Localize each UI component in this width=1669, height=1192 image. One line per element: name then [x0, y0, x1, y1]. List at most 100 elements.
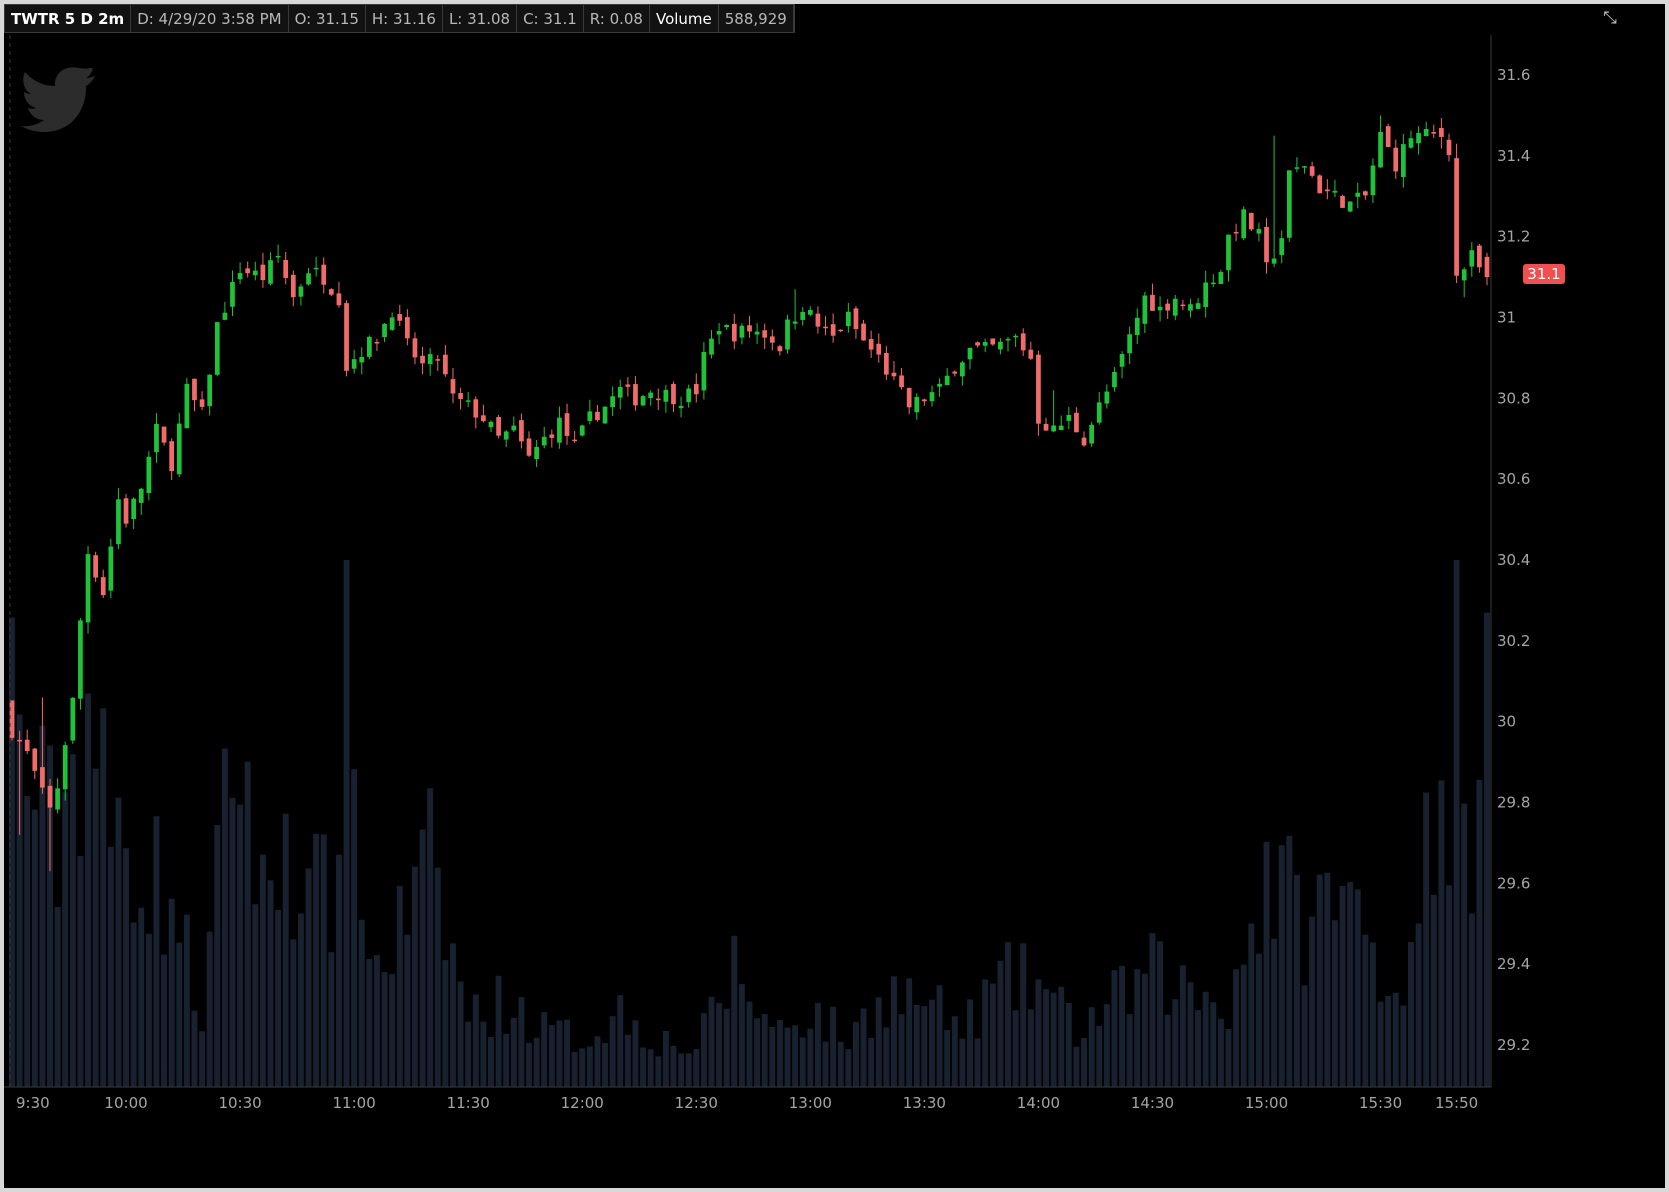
volume-label: Volume — [650, 5, 719, 32]
candle-body — [1408, 138, 1414, 148]
candle-body — [1066, 414, 1072, 421]
volume-bar — [837, 1041, 844, 1087]
volume-bar — [746, 1001, 753, 1087]
price-tick-label: 29.4 — [1497, 955, 1530, 973]
candle-body — [78, 620, 83, 699]
candle-body — [1416, 133, 1421, 144]
candle-body — [807, 309, 813, 315]
low-readout: L: 31.08 — [443, 5, 518, 32]
candle-body — [397, 314, 403, 321]
candle-body — [519, 420, 524, 442]
volume-bar — [229, 797, 236, 1087]
volume-bar — [1468, 913, 1475, 1087]
time-tick-label: 13:00 — [789, 1094, 832, 1112]
candle-body — [1043, 423, 1049, 431]
candle-body — [595, 411, 600, 421]
volume-bar — [54, 907, 61, 1087]
candle-body — [488, 421, 494, 428]
candle-body — [473, 399, 479, 418]
candle-body — [306, 273, 311, 285]
volume-bar — [1088, 1007, 1095, 1087]
candle-body — [511, 425, 517, 431]
volume-bar — [297, 913, 304, 1087]
volume-bar — [1446, 885, 1452, 1087]
volume-bar — [974, 1038, 981, 1087]
symbol-title[interactable]: TWTR 5 D 2m — [5, 5, 132, 32]
volume-bar — [351, 769, 358, 1087]
candle-body — [1096, 402, 1102, 423]
volume-bar — [1369, 942, 1376, 1087]
candle-body — [290, 274, 296, 298]
volume-bar — [700, 1013, 707, 1087]
candle-body — [275, 255, 281, 258]
volume-bar — [1263, 841, 1270, 1087]
time-tick-label: 15:50 — [1435, 1094, 1478, 1112]
volume-bar — [1096, 1025, 1103, 1087]
candle-body — [123, 498, 129, 524]
volume-bar — [199, 1031, 206, 1087]
candle-body — [245, 268, 251, 274]
candle-body — [70, 697, 76, 741]
volume-bar — [123, 848, 130, 1087]
volume-bar — [419, 829, 426, 1087]
candle-body — [990, 338, 996, 345]
time-tick-label: 14:30 — [1131, 1094, 1174, 1112]
candle-body — [427, 354, 433, 365]
candle-body — [1188, 304, 1193, 311]
candle-body — [754, 331, 760, 335]
volume-bar — [1043, 989, 1049, 1087]
volume-bar — [69, 754, 76, 1087]
volume-bar — [891, 976, 897, 1087]
open-readout: O: 31.15 — [289, 5, 366, 32]
volume-bar — [792, 1025, 799, 1087]
candle-body — [260, 264, 266, 281]
volume-bar — [1347, 882, 1354, 1087]
volume-bar — [875, 997, 882, 1087]
volume-bar — [1438, 780, 1445, 1087]
price-tick-label: 30.8 — [1497, 389, 1530, 407]
candle-body — [1461, 269, 1467, 281]
price-tick-label: 30 — [1497, 713, 1516, 731]
volume-bar — [366, 958, 373, 1087]
candle-body — [17, 739, 22, 742]
volume-bar — [1301, 985, 1308, 1087]
expand-collapse-icon[interactable]: ⤡ — [1597, 6, 1623, 30]
volume-bar — [153, 816, 160, 1087]
candle-body — [762, 330, 768, 338]
candle-body — [336, 293, 342, 306]
candle-body — [252, 270, 258, 276]
volume-bar — [769, 1026, 776, 1087]
candle-body — [1104, 391, 1110, 404]
volume-bar — [579, 1048, 586, 1087]
volume-bar — [822, 1041, 829, 1087]
volume-bar — [145, 933, 152, 1087]
candle-body — [374, 342, 380, 344]
candle-body — [982, 342, 988, 346]
candle-body — [116, 499, 121, 545]
volume-bar — [138, 907, 145, 1087]
volume-bar — [723, 1008, 730, 1087]
volume-bar — [480, 1021, 487, 1087]
candle-body — [1013, 335, 1018, 338]
candle-body — [344, 303, 349, 371]
candle-body — [1112, 371, 1117, 388]
volume-bar — [776, 1019, 783, 1087]
volume-bar — [845, 1049, 852, 1087]
time-tick-label: 14:00 — [1017, 1094, 1060, 1112]
time-tick-label: 12:30 — [675, 1094, 718, 1112]
candle-body — [55, 788, 60, 810]
volume-readout: 588,929 — [719, 5, 794, 32]
candle-body — [62, 745, 68, 790]
candle-body — [465, 400, 471, 402]
candle-body — [1446, 139, 1452, 156]
price-volume-chart[interactable]: 31.6 31.4 31.2 31 30.8 30.6 30.4 30.2 30 29.8 29.6… — [4, 0, 1669, 1192]
candle-body — [617, 387, 623, 398]
candle-body — [572, 439, 577, 442]
volume-bar — [594, 1036, 601, 1087]
volume-bar — [814, 1002, 821, 1087]
candle-body — [1423, 129, 1429, 137]
last-price-label: 31.1 — [1527, 265, 1560, 283]
candle-body — [161, 426, 167, 443]
volume-bar — [1027, 1009, 1034, 1087]
time-tick-label: 15:00 — [1245, 1094, 1288, 1112]
